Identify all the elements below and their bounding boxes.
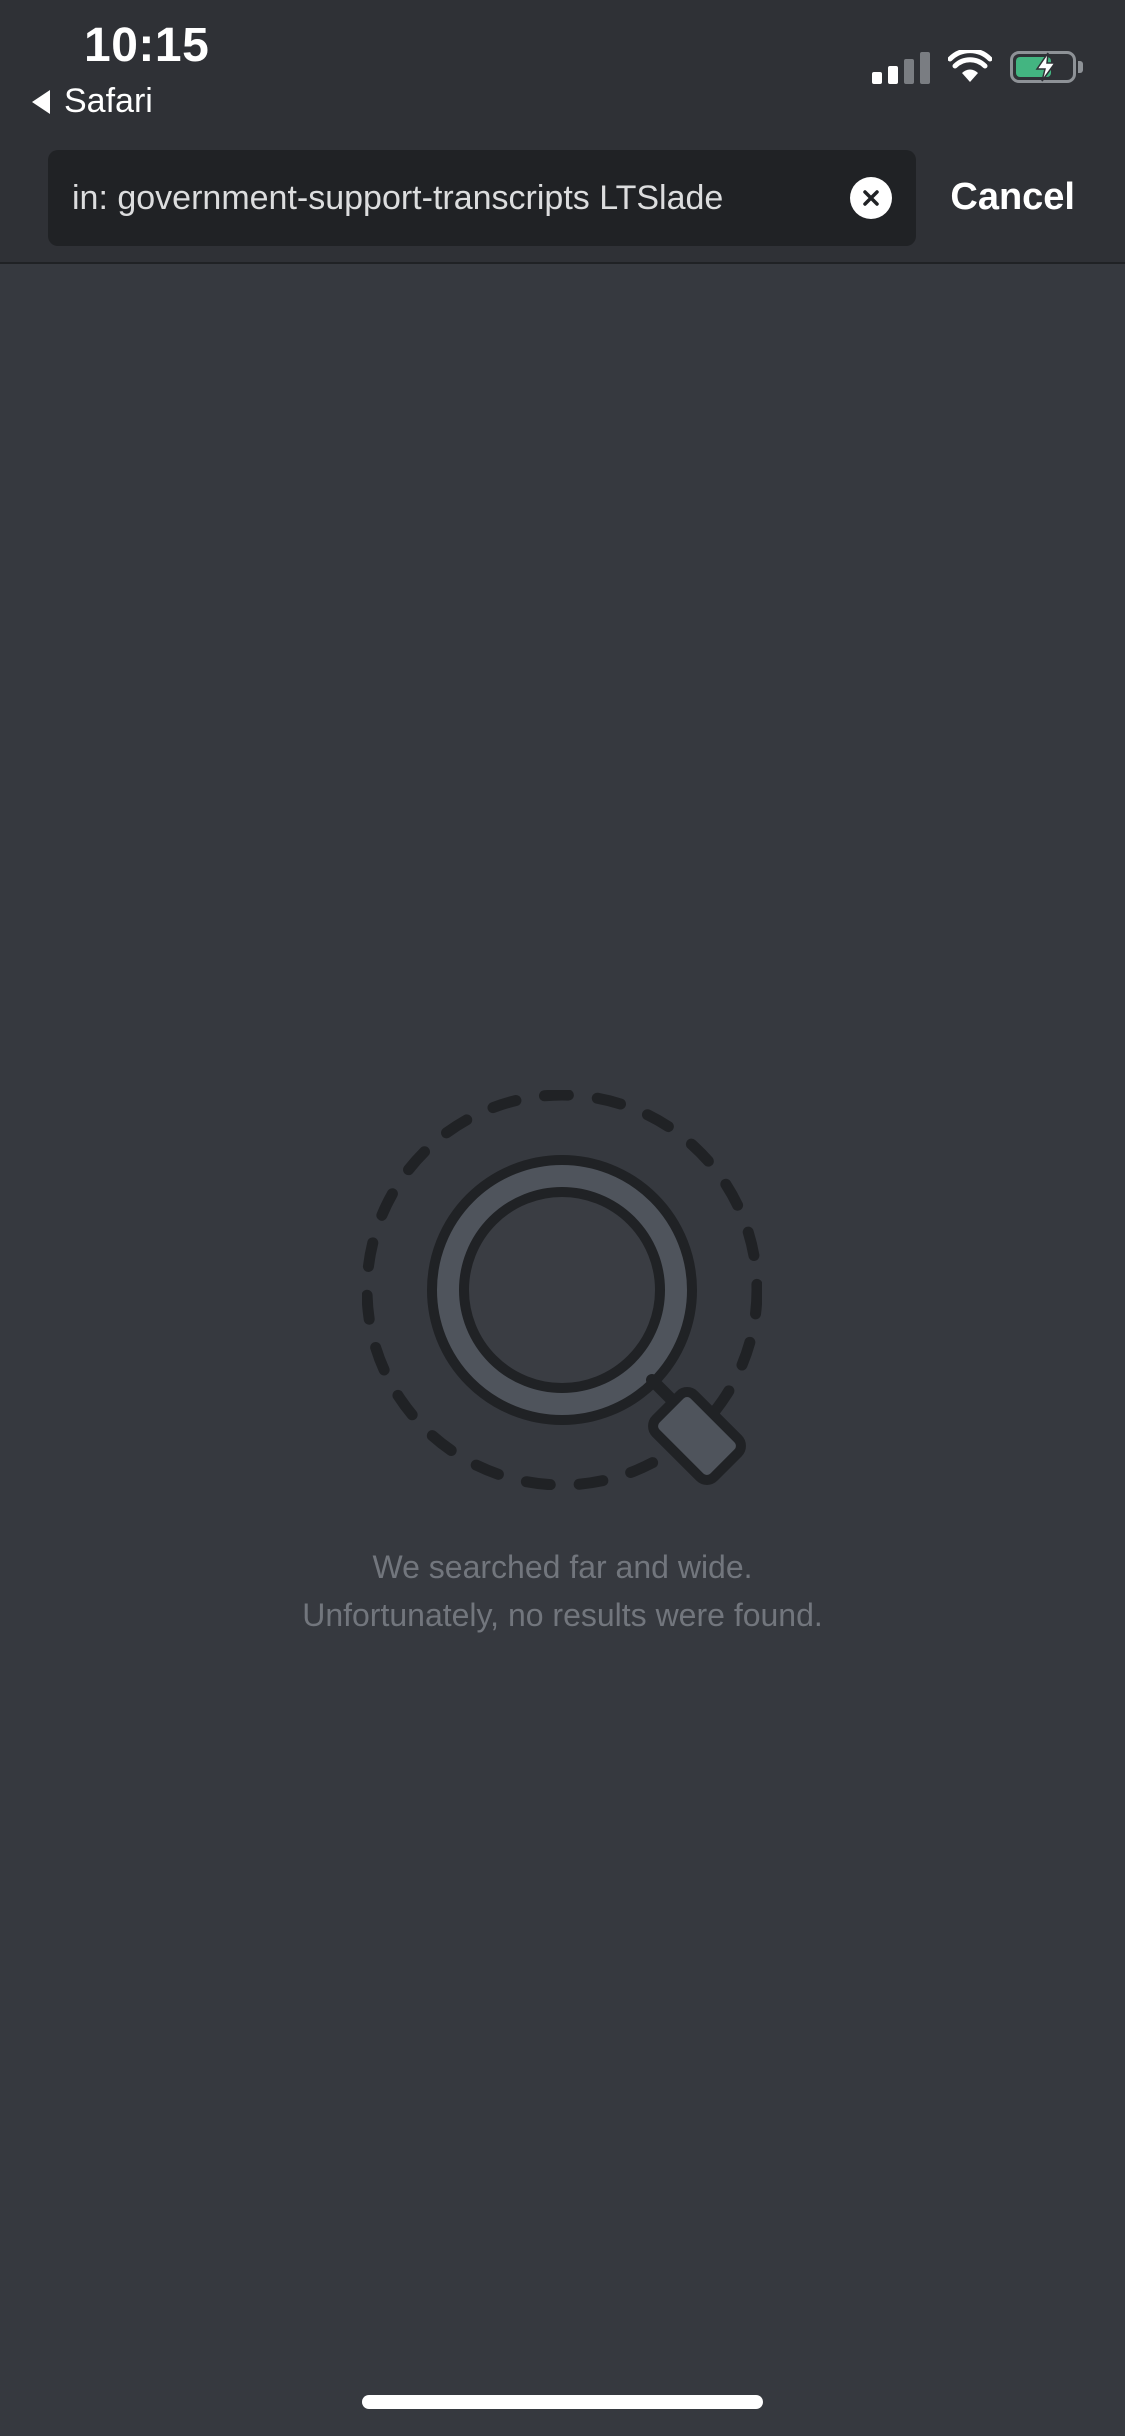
cellular-signal-icon — [872, 50, 930, 84]
charging-bolt-icon — [1035, 52, 1057, 82]
back-arrow-icon — [32, 89, 50, 114]
back-to-safari-button[interactable]: Safari — [32, 82, 153, 121]
wifi-icon — [948, 50, 992, 82]
cancel-button[interactable]: Cancel — [950, 176, 1075, 219]
no-results-message: We searched far and wide. Unfortunately,… — [0, 1543, 1125, 1639]
status-time: 10:15 — [84, 19, 210, 72]
status-icons — [872, 50, 1083, 84]
no-results-line-1: We searched far and wide. — [372, 1549, 753, 1585]
battery-icon — [1010, 51, 1083, 83]
no-results-line-2: Unfortunately, no results were found. — [302, 1597, 823, 1633]
top-bar: 10:15 Safari in: government-support-tran… — [0, 0, 1125, 264]
home-indicator[interactable] — [362, 2395, 763, 2409]
clear-search-button[interactable] — [850, 177, 892, 219]
close-circle-icon — [863, 190, 879, 206]
search-input[interactable] — [72, 178, 834, 218]
back-app-label: Safari — [64, 82, 153, 120]
search-field[interactable] — [48, 150, 916, 246]
magnifying-glass-icon — [362, 1090, 762, 1490]
search-screen: 10:15 Safari in: government-support-tran… — [0, 0, 1125, 2436]
